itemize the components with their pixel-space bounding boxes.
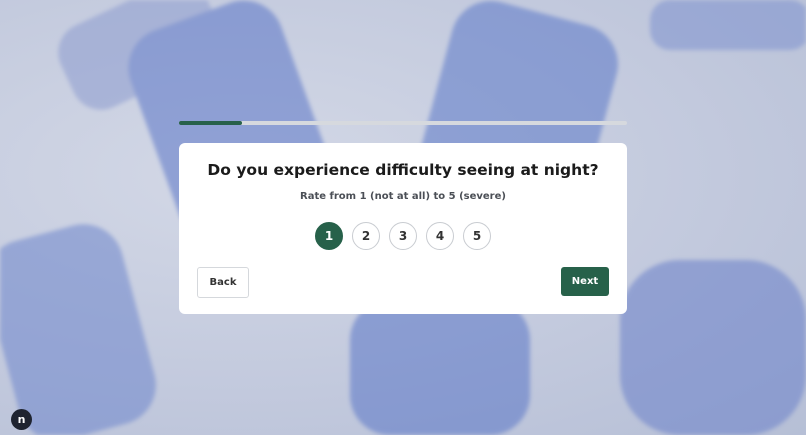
rating-option-5[interactable]: 5 bbox=[463, 222, 491, 250]
question-card: Do you experience difficulty seeing at n… bbox=[179, 143, 627, 314]
progress-bar bbox=[179, 121, 627, 125]
rating-hint: Rate from 1 (not at all) to 5 (severe) bbox=[300, 191, 506, 202]
rating-option-4[interactable]: 4 bbox=[426, 222, 454, 250]
question-title: Do you experience difficulty seeing at n… bbox=[207, 161, 599, 179]
rating-option-3[interactable]: 3 bbox=[389, 222, 417, 250]
back-button[interactable]: Back bbox=[197, 267, 249, 298]
brand-logo-icon[interactable]: n bbox=[11, 409, 32, 430]
rating-options: 1 2 3 4 5 bbox=[315, 222, 491, 250]
progress-fill bbox=[179, 121, 242, 125]
next-button[interactable]: Next bbox=[561, 267, 609, 296]
rating-option-2[interactable]: 2 bbox=[352, 222, 380, 250]
rating-option-1[interactable]: 1 bbox=[315, 222, 343, 250]
